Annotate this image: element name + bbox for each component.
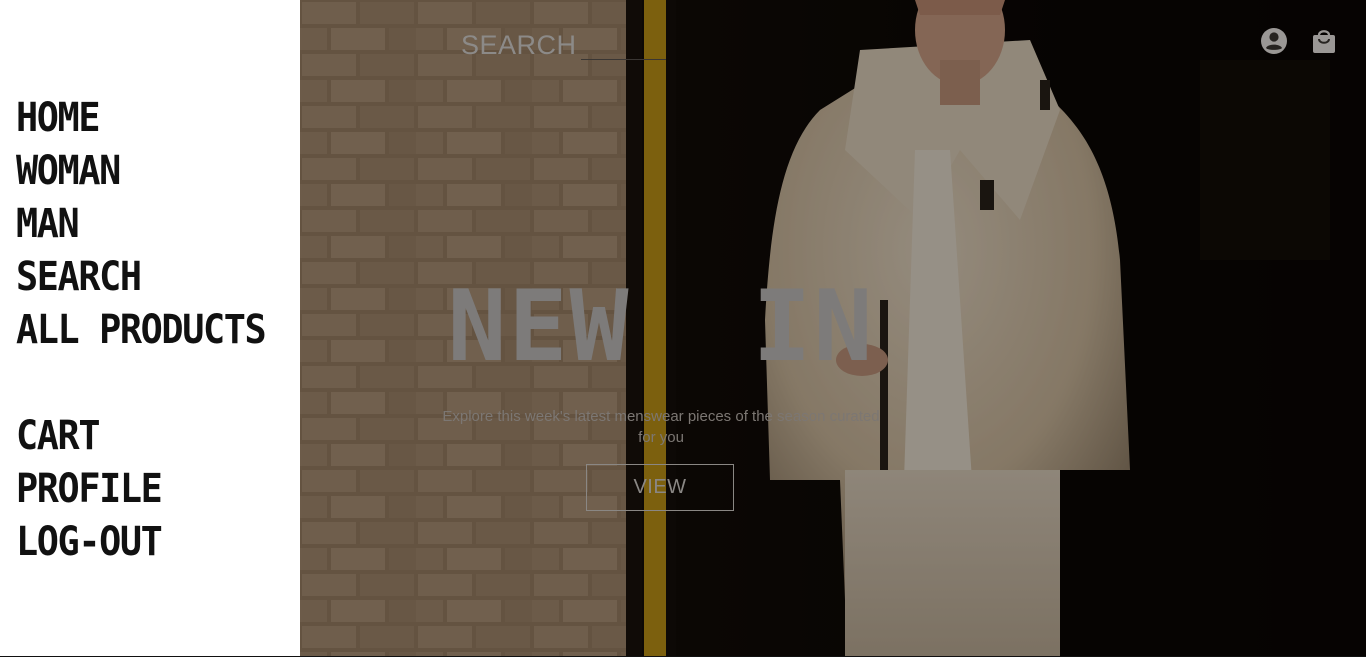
menu-item-cart: CART: [16, 410, 174, 463]
menu-item-profile: PROFILE: [16, 463, 174, 516]
side-menu: HOME WOMAN MAN SEARCH ALL PRODUCTS CART …: [0, 0, 300, 656]
hero-title: NEW IN: [447, 270, 875, 384]
page: HOME WOMAN MAN SEARCH ALL PRODUCTS CART …: [0, 0, 1366, 657]
menu-item-home: HOME: [16, 92, 287, 145]
menu-item-all-products: ALL PRODUCTS: [16, 304, 287, 357]
hero-banner: SEARCH NEW IN Explore this week's latest…: [300, 0, 1366, 657]
cart-link[interactable]: CART: [16, 410, 161, 463]
account-menu: CART PROFILE LOG-OUT: [16, 410, 174, 569]
account-circle-icon[interactable]: [1259, 26, 1289, 56]
man-link[interactable]: MAN: [16, 198, 265, 251]
hero-subtitle: Explore this week's latest menswear piec…: [442, 408, 880, 446]
shopping-bag-icon[interactable]: [1309, 26, 1339, 56]
menu-item-man: MAN: [16, 198, 287, 251]
menu-item-search: SEARCH: [16, 251, 287, 304]
profile-link[interactable]: PROFILE: [16, 463, 163, 516]
woman-link[interactable]: WOMAN: [16, 145, 265, 198]
menu-item-woman: WOMAN: [16, 145, 287, 198]
primary-menu: HOME WOMAN MAN SEARCH ALL PRODUCTS: [16, 92, 287, 357]
search-link[interactable]: SEARCH: [16, 251, 265, 304]
home-link[interactable]: HOME: [16, 92, 265, 145]
log-out-link[interactable]: LOG-OUT: [16, 516, 163, 569]
all-products-link[interactable]: ALL PRODUCTS: [16, 304, 267, 357]
view-button[interactable]: VIEW: [586, 464, 734, 511]
menu-item-log-out: LOG-OUT: [16, 516, 174, 569]
search-underline: [581, 59, 666, 60]
search-label[interactable]: SEARCH: [461, 30, 577, 61]
